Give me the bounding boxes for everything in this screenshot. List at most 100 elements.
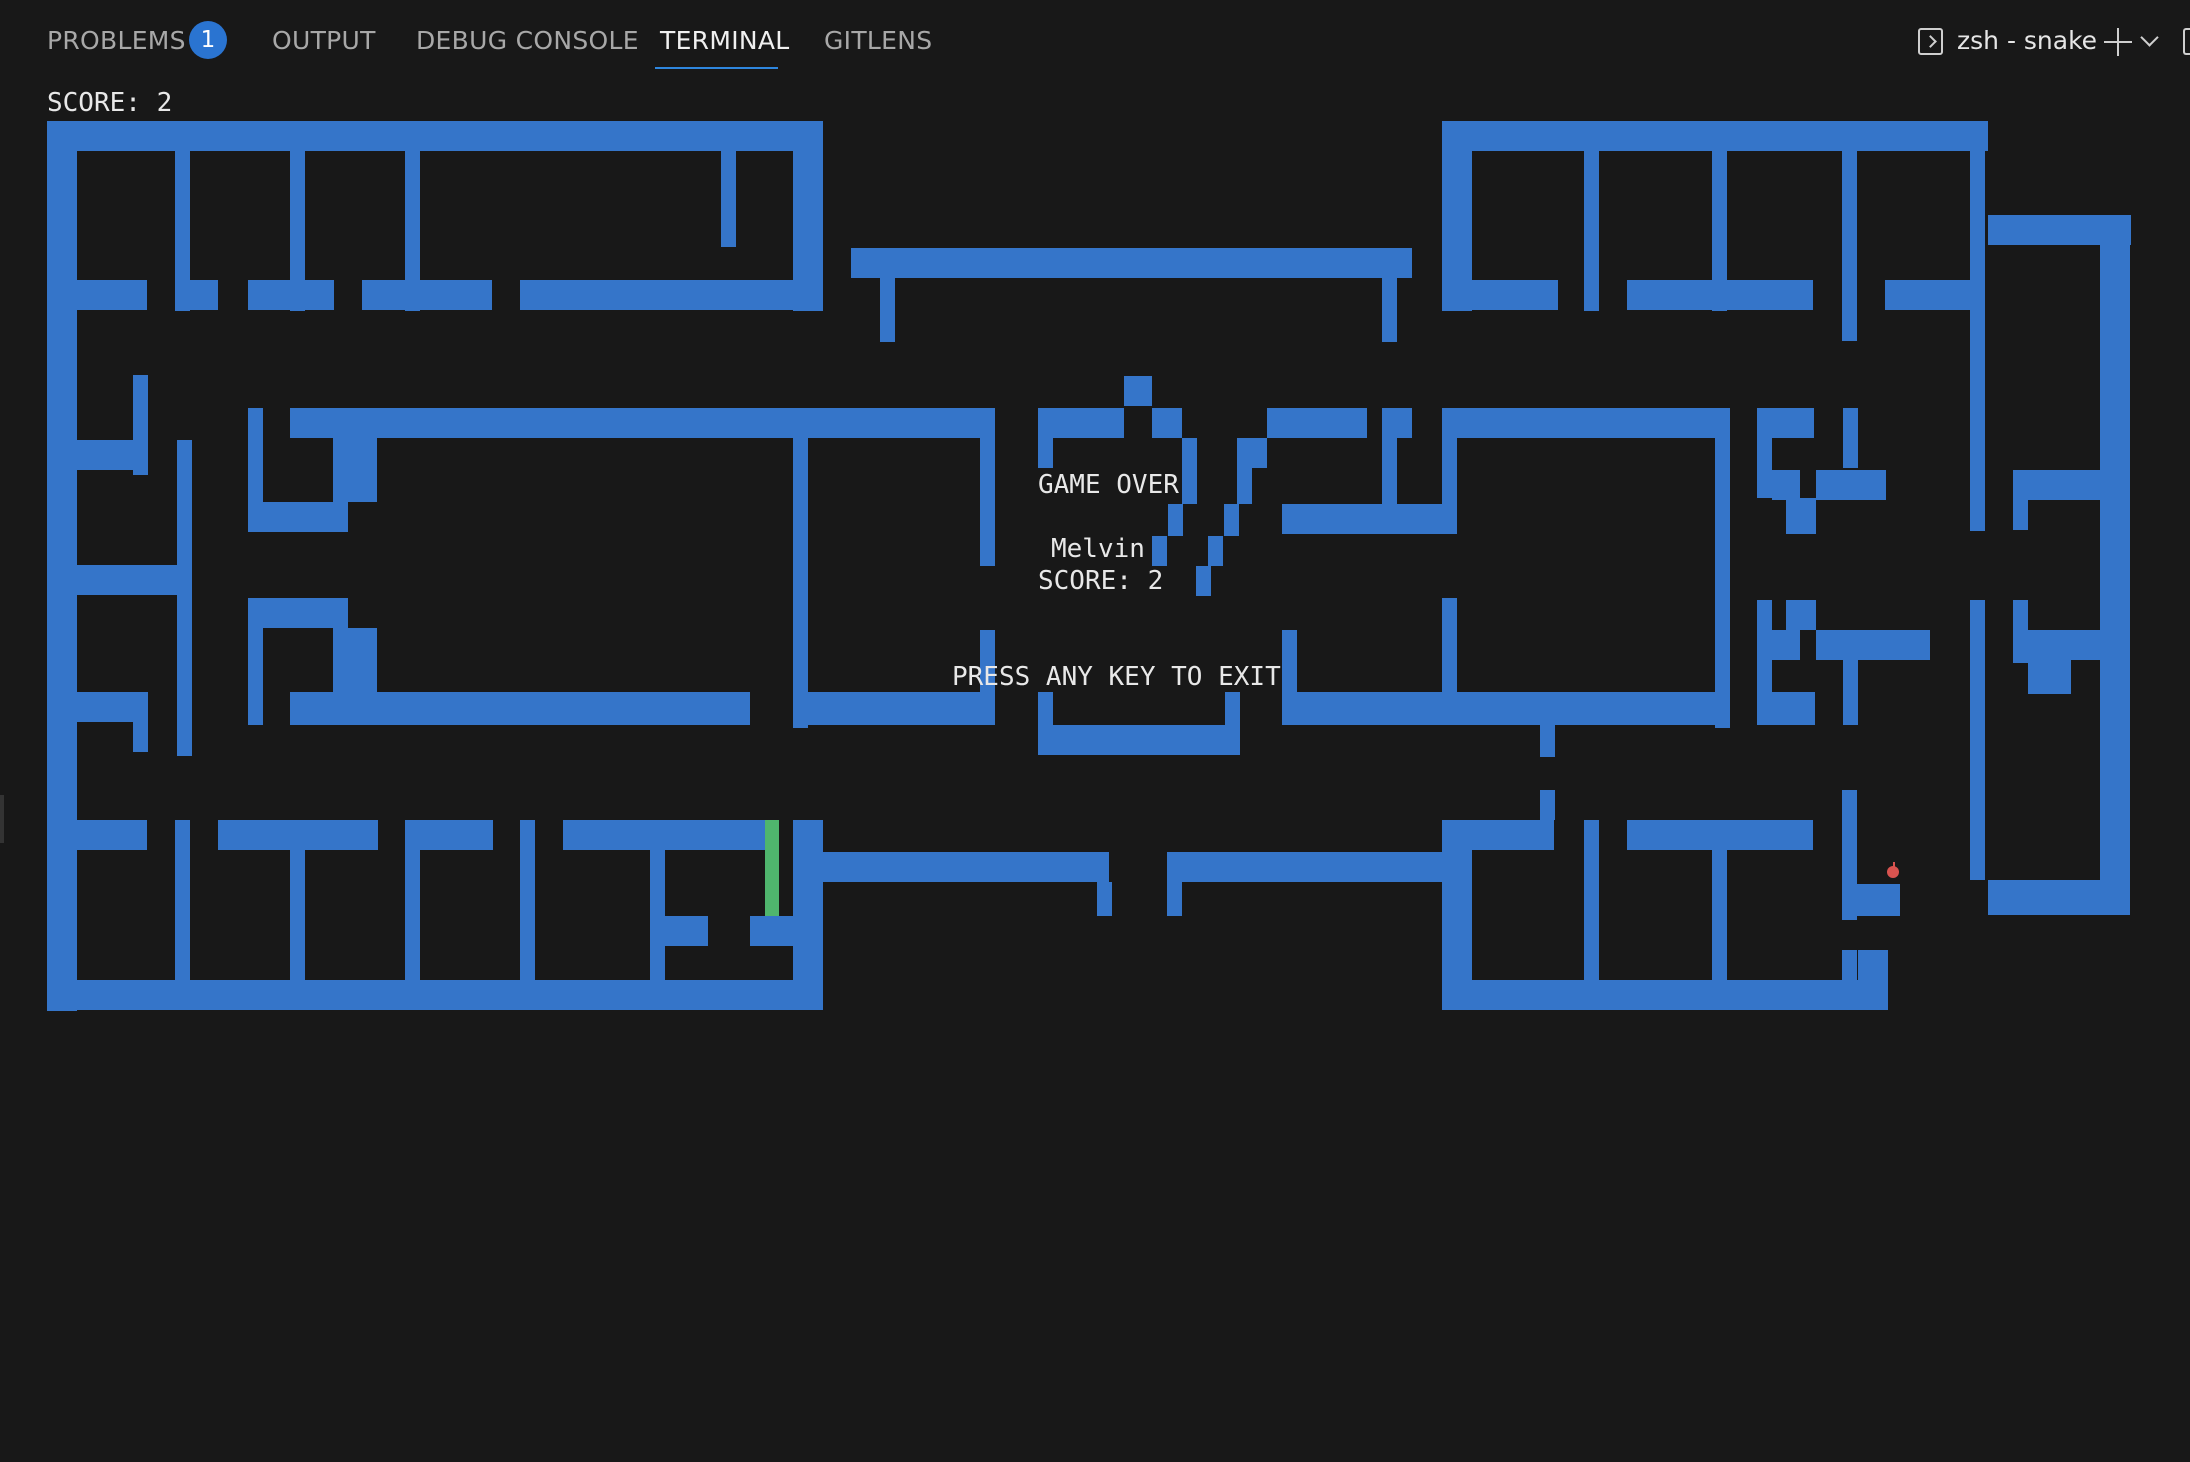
maze-wall-segment [175,820,190,980]
maze-wall-segment [1988,880,2130,915]
maze-wall-segment [1816,470,1886,500]
maze-wall-segment [721,151,736,247]
maze-wall-segment [1843,408,1858,468]
maze-wall-segment [1182,438,1197,504]
apple-icon [1887,862,1899,878]
maze-wall-segment [47,980,823,1010]
game-over-label: GAME OVER [1038,470,1179,500]
maze-wall-segment [851,248,1412,278]
maze-wall-segment [1584,151,1599,311]
maze-wall-segment [2013,600,2028,663]
maze-wall-segment [1442,692,1730,725]
maze-wall-segment [77,820,147,850]
maze-wall-segment [77,280,147,310]
game-board [47,121,2131,1011]
player-name: Melvin [1051,534,1145,564]
maze-wall-segment [1757,692,1815,725]
maze-wall-segment [1772,630,1800,660]
maze-wall-segment [1382,278,1397,342]
maze-wall-segment [1540,790,1555,820]
maze-wall-segment [1842,151,1857,341]
maze-wall-segment [520,280,793,310]
maze-wall-segment [880,278,895,342]
maze-wall-segment [1442,121,1988,151]
maze-wall-segment [1472,280,1558,310]
maze-wall-segment [218,820,378,850]
maze-wall-segment [175,280,218,310]
maze-wall-segment [1282,692,1442,725]
maze-wall-segment [1152,408,1182,438]
maze-wall-segment [563,820,772,850]
maze-wall-segment [405,850,420,980]
maze-wall-segment [1442,820,1554,850]
maze-wall-segment [333,438,377,502]
maze-wall-segment [133,692,148,752]
maze-wall-segment [1843,660,1858,725]
maze-wall-segment [1152,536,1167,566]
maze-wall-segment [1584,820,1599,980]
maze-wall-segment [1627,280,1813,310]
maze-wall-segment [77,440,147,470]
maze-wall-segment [1124,376,1152,406]
maze-wall-segment [1786,600,1816,630]
maze-wall-segment [1842,884,1900,916]
maze-wall-segment [77,565,177,595]
maze-wall-segment [2013,500,2028,530]
maze-wall-segment [2013,470,2100,500]
maze-wall-segment [1382,408,1412,438]
maze-wall-segment [177,440,192,756]
maze-wall-segment [793,408,808,728]
maze-wall-segment [2100,245,2130,915]
maze-wall-segment [1167,882,1182,916]
maze-wall-segment [1097,882,1112,916]
maze-wall-segment [665,916,708,946]
maze-wall-segment [1208,536,1223,566]
final-score: SCORE: 2 [1038,566,1164,596]
maze-wall-segment [793,692,995,725]
maze-wall-segment [1038,438,1053,468]
maze-wall-segment [248,502,348,532]
maze-wall-segment [47,121,823,151]
maze-wall-segment [248,628,263,725]
maze-wall-segment [333,628,377,692]
maze-wall-segment [1168,504,1183,536]
maze-wall-segment [793,820,823,1010]
maze-wall-segment [1442,151,1472,311]
maze-wall-segment [248,280,334,310]
maze-wall-segment [1196,566,1211,596]
maze-wall-segment [47,121,77,1011]
maze-wall-segment [2028,630,2100,660]
maze-wall-segment [1757,660,1772,670]
maze-wall-segment [650,850,665,980]
maze-wall-segment [793,121,823,311]
maze-wall-segment [290,692,750,725]
maze-wall-segment [290,408,995,438]
maze-wall-segment [1312,504,1457,534]
maze-wall-segment [1988,215,2131,245]
maze-wall-segment [1267,408,1367,438]
maze-wall-segment [1038,725,1240,755]
maze-wall-segment [1224,504,1239,536]
maze-wall-segment [520,820,535,980]
maze-wall-segment [1540,725,1555,757]
maze-wall-segment [1757,438,1772,498]
maze-wall-segment [1858,950,1888,1010]
maze-wall-segment [1382,438,1397,504]
maze-wall-segment [1442,980,1858,1010]
maze-wall-segment [1038,408,1124,438]
maze-wall-segment [1167,852,1442,882]
maze-wall-segment [2028,660,2071,694]
maze-wall-segment [1786,498,1816,534]
maze-wall-segment [1816,630,1930,660]
maze-wall-segment [1842,950,1857,1010]
maze-wall-segment [290,850,305,980]
maze-wall-segment [248,598,348,628]
snake [765,820,779,916]
maze-wall-segment [1772,470,1800,500]
maze-wall-segment [1442,408,1730,438]
maze-wall-segment [405,820,493,850]
maze-wall-segment [1225,692,1240,725]
maze-wall-segment [1252,438,1267,468]
maze-wall-segment [1757,600,1772,695]
maze-wall-segment [1237,438,1252,504]
